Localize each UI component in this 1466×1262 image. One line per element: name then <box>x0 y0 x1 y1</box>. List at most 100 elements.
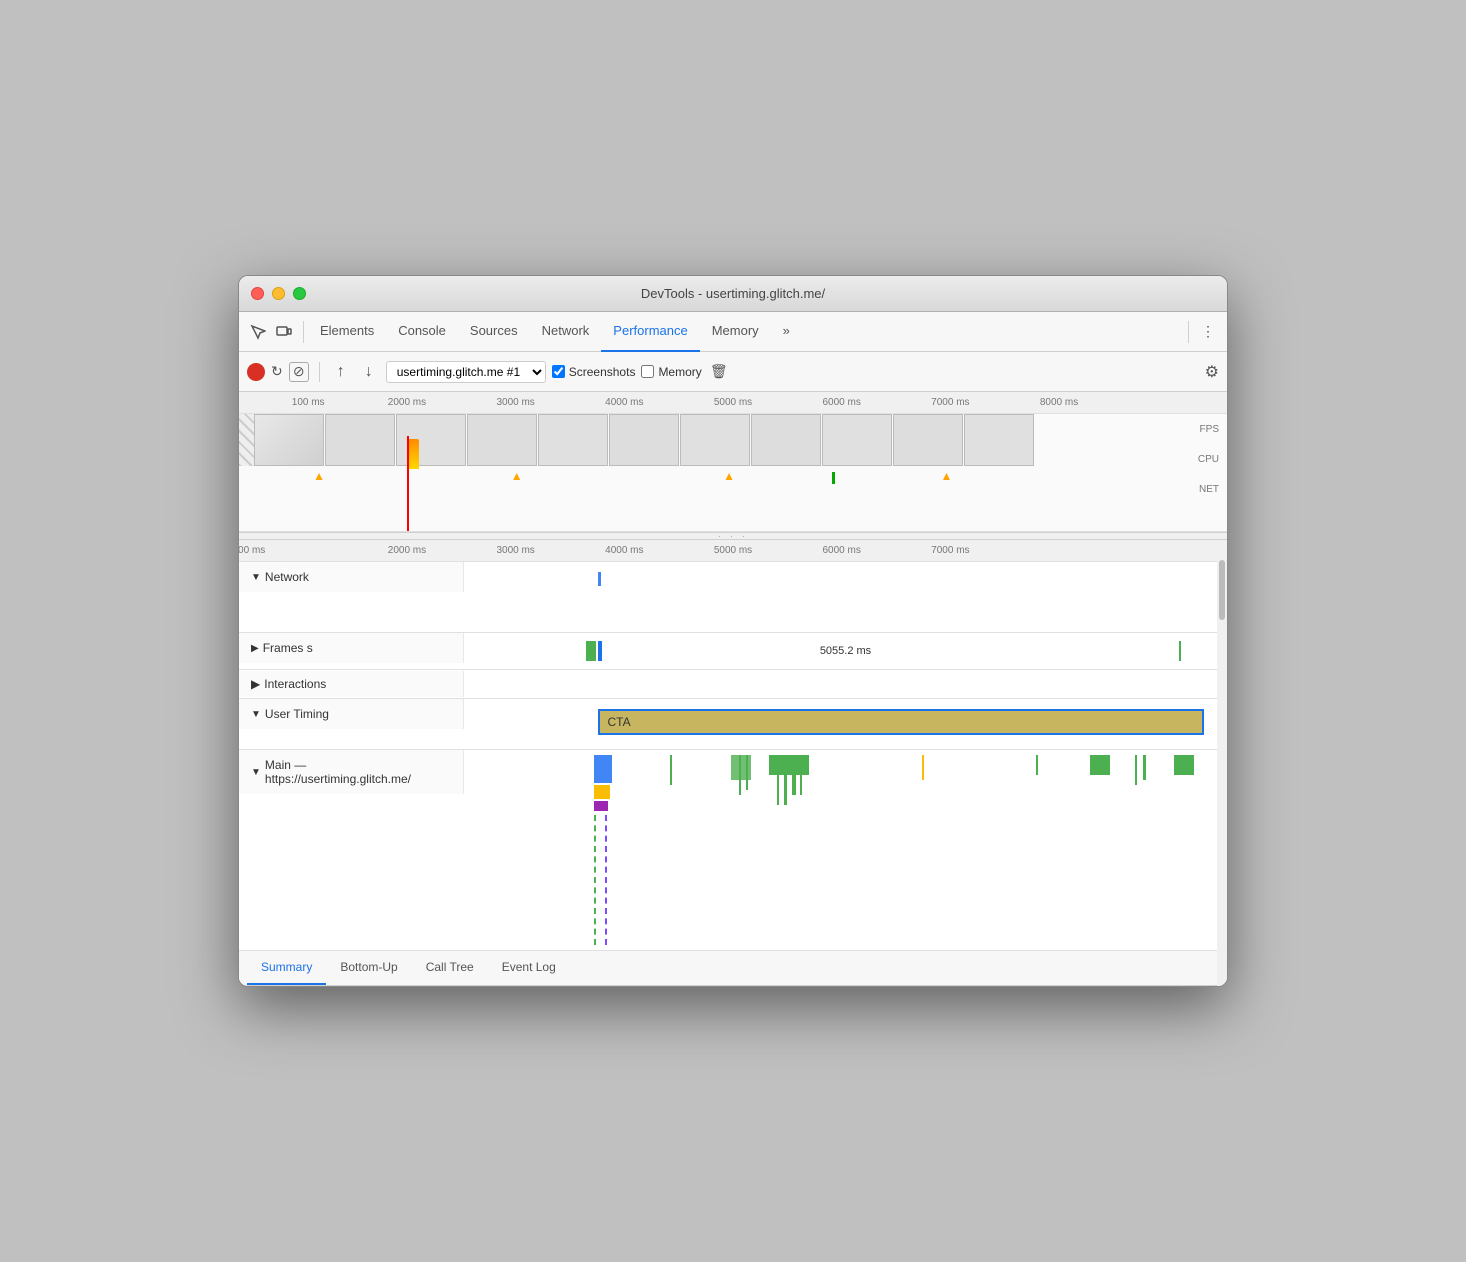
main-task-blue <box>594 755 612 783</box>
more-options-icon[interactable]: ⋮ <box>1197 321 1219 343</box>
network-collapse-arrow[interactable]: ▼ <box>251 572 261 583</box>
download-icon[interactable]: ↓ <box>358 361 380 383</box>
tab-bottom-up[interactable]: Bottom-Up <box>326 950 411 985</box>
network-content[interactable] <box>464 562 1227 632</box>
timeline-marker-red <box>407 436 409 532</box>
timeline-overview[interactable]: 100 ms 2000 ms 3000 ms 4000 ms 5000 ms 6… <box>239 392 1227 532</box>
upload-icon[interactable]: ↑ <box>330 361 352 383</box>
frames-bar-green <box>586 641 596 661</box>
nav-toolbar: Elements Console Sources Network Perform… <box>239 312 1227 352</box>
lower-tick-0ms: 000 ms <box>238 545 265 556</box>
tick-100ms: 100 ms <box>292 397 325 408</box>
lower-tick-5000ms: 5000 ms <box>714 545 752 556</box>
tab-summary[interactable]: Summary <box>247 950 326 985</box>
warning-triangle-3: ▲ <box>723 469 735 483</box>
time-ruler-lower: 000 ms 2000 ms 3000 ms 4000 ms 5000 ms 6… <box>239 540 1227 562</box>
main-section-label: ▼ Main — https://usertiming.glitch.me/ <box>239 750 464 794</box>
reload-button[interactable]: ↻ <box>271 363 283 380</box>
screenshots-checkbox-label: Screenshots <box>552 365 636 379</box>
lower-tick-7000ms: 7000 ms <box>931 545 969 556</box>
memory-checkbox-label: Memory <box>641 365 701 379</box>
flame-8 <box>800 755 802 795</box>
interactions-section: ▶ Interactions <box>239 670 1227 699</box>
flame-green-right <box>1036 755 1038 775</box>
window-title: DevTools - usertiming.glitch.me/ <box>641 286 825 301</box>
tick-3000ms: 3000 ms <box>496 397 534 408</box>
inspect-icon[interactable] <box>247 321 269 343</box>
tab-event-log[interactable]: Event Log <box>488 950 570 985</box>
tab-call-tree[interactable]: Call Tree <box>412 950 488 985</box>
interactions-arrow[interactable]: ▶ <box>251 677 260 691</box>
flame-1 <box>670 755 672 785</box>
screenshot-thumb-9 <box>822 414 892 466</box>
flame-7 <box>792 775 796 795</box>
screenshot-thumb-10 <box>893 414 963 466</box>
stop-button[interactable]: ⊘ <box>289 362 309 382</box>
tick-8000ms: 8000 ms <box>1040 397 1078 408</box>
tab-sources[interactable]: Sources <box>458 312 530 352</box>
screenshot-thumb-11 <box>964 414 1034 466</box>
devtools-window: DevTools - usertiming.glitch.me/ Element… <box>238 275 1228 987</box>
flame-green-wide <box>769 755 809 775</box>
toolbar-inspect-tools <box>247 321 304 343</box>
tab-more[interactable]: » <box>771 312 802 352</box>
screenshot-thumb-7 <box>680 414 750 466</box>
screenshot-thumb-1 <box>254 414 324 466</box>
toolbar-right: ⋮ <box>1188 321 1219 343</box>
warning-triangle-2: ▲ <box>511 469 523 483</box>
session-select[interactable]: usertiming.glitch.me #1 <box>386 361 546 383</box>
devtools-content: 100 ms 2000 ms 3000 ms 4000 ms 5000 ms 6… <box>239 392 1227 986</box>
interactions-content[interactable] <box>464 670 1227 698</box>
tab-memory[interactable]: Memory <box>700 312 771 352</box>
memory-checkbox[interactable] <box>641 365 654 378</box>
warning-triangle-1: ▲ <box>313 469 325 483</box>
frames-bar-blue <box>598 641 602 661</box>
tab-elements[interactable]: Elements <box>308 312 386 352</box>
tab-console[interactable]: Console <box>386 312 458 352</box>
frames-bar-right <box>1179 641 1181 661</box>
close-button[interactable] <box>251 287 264 300</box>
user-timing-arrow[interactable]: ▼ <box>251 709 261 720</box>
lower-tick-2000ms: 2000 ms <box>388 545 426 556</box>
tab-network[interactable]: Network <box>530 312 602 352</box>
lower-tick-3000ms: 3000 ms <box>496 545 534 556</box>
main-collapse-arrow[interactable]: ▼ <box>251 767 261 778</box>
settings-icon[interactable]: ⚙ <box>1205 362 1219 382</box>
maximize-button[interactable] <box>293 287 306 300</box>
tab-performance[interactable]: Performance <box>601 312 699 352</box>
net-request-bar-1 <box>598 572 601 586</box>
flame-6 <box>784 775 787 805</box>
screenshots-checkbox[interactable] <box>552 365 565 378</box>
device-toggle-icon[interactable] <box>273 321 295 343</box>
frames-collapse-arrow[interactable]: ▶ <box>251 643 259 654</box>
warning-triangle-4: ▲ <box>940 469 952 483</box>
user-timing-content[interactable]: CTA <box>464 699 1227 749</box>
frames-section-label: ▶ Frames s <box>239 633 464 663</box>
cpu-label: CPU <box>1198 454 1219 465</box>
record-controls: ↻ ⊘ ↑ ↓ usertiming.glitch.me #1 Screensh… <box>239 352 1227 392</box>
resize-handle-top[interactable]: · · · <box>239 532 1227 540</box>
screenshot-thumb-4 <box>467 414 537 466</box>
main-content[interactable] <box>464 750 1227 950</box>
record-button[interactable] <box>247 363 265 381</box>
delete-recording-icon[interactable]: 🗑 <box>708 361 730 383</box>
main-section: ▼ Main — https://usertiming.glitch.me/ <box>239 750 1227 951</box>
title-bar: DevTools - usertiming.glitch.me/ <box>239 276 1227 312</box>
frames-content[interactable]: 5055.2 ms <box>464 633 1227 669</box>
timeline-tracks[interactable]: FPS CPU NET <box>239 414 1227 532</box>
cta-bar[interactable]: CTA <box>598 709 1205 735</box>
interactions-section-label: ▶ Interactions <box>239 671 464 697</box>
flame-orange-1 <box>922 755 924 780</box>
lower-tick-6000ms: 6000 ms <box>822 545 860 556</box>
user-timing-section-label: ▼ User Timing <box>239 699 464 729</box>
minimize-button[interactable] <box>272 287 285 300</box>
flame-3 <box>739 755 741 795</box>
bottom-tabs: Summary Bottom-Up Call Tree Event Log <box>239 951 1227 986</box>
user-timing-label-text: User Timing <box>265 707 329 721</box>
tick-6000ms: 6000 ms <box>822 397 860 408</box>
frames-section: ▶ Frames s 5055.2 ms <box>239 633 1227 670</box>
main-dashed-purple <box>605 815 607 945</box>
screenshot-thumb-8 <box>751 414 821 466</box>
frames-time-label: 5055.2 ms <box>820 645 871 657</box>
net-label: NET <box>1199 484 1219 495</box>
